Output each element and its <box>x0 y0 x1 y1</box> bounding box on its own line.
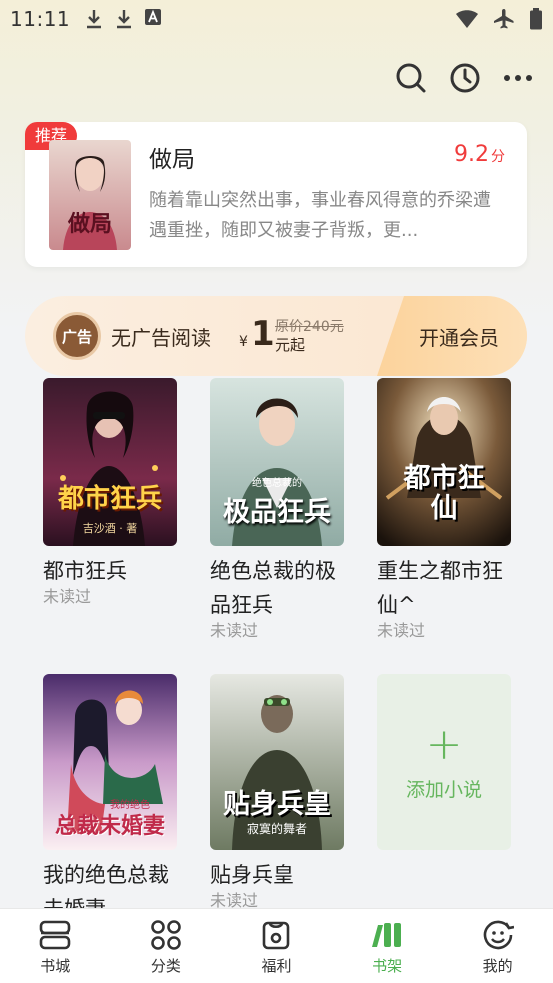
book-cover-text: 都市狂仙 <box>403 463 485 524</box>
nav-label: 书架 <box>372 957 403 975</box>
vip-banner[interactable]: 广告 无广告阅读 ¥ 1 原价240元 元起 开通会员 <box>25 296 527 376</box>
book-title: 我的绝色总裁未婚妻 <box>43 863 169 908</box>
book-cover[interactable]: 都市狂仙 <box>377 378 511 546</box>
download-icon <box>117 10 132 29</box>
more-icon[interactable] <box>503 74 533 82</box>
recommend-cover-text: 做局 <box>67 211 112 237</box>
book-item[interactable]: 我的绝色 总裁未婚妻 我的绝色总裁未婚妻 <box>43 674 177 908</box>
nav-category[interactable]: 分类 <box>111 909 222 983</box>
book-cover-subtext: 吉沙酒 · 著 <box>82 522 138 535</box>
book-cover-text: 极品狂兵 <box>223 497 331 528</box>
vip-label: 无广告阅读 <box>111 326 211 350</box>
nav-welfare[interactable]: 福利 <box>221 909 332 983</box>
top-actions <box>395 62 533 94</box>
bookshelf-grid: 都市狂兵 吉沙酒 · 著 都市狂兵 未读过 绝色总裁的 极品狂兵 绝色总裁的极品… <box>0 378 553 908</box>
book-item[interactable]: 都市狂兵 吉沙酒 · 著 都市狂兵 未读过 <box>43 378 177 606</box>
book-item[interactable]: 都市狂仙 重生之都市狂仙^ 未读过 <box>377 378 511 640</box>
book-title: 贴身兵皇 <box>210 863 294 887</box>
battery-icon <box>530 8 542 30</box>
book-cover[interactable]: 都市狂兵 吉沙酒 · 著 <box>43 378 177 546</box>
book-read-status: 未读过 <box>43 587 92 606</box>
add-novel-label: 添加小说 <box>405 778 482 801</box>
recommend-card[interactable]: 推荐 做局 做局 9.2 分 随着靠山突然出事，事业春风得意的乔梁遭遇重挫，随即又… <box>25 122 527 267</box>
nav-label: 书城 <box>40 957 71 975</box>
wifi-icon <box>456 10 478 28</box>
book-item[interactable]: 绝色总裁的 极品狂兵 绝色总裁的极品狂兵 未读过 <box>210 378 344 640</box>
recommend-title[interactable]: 做局 <box>149 140 195 174</box>
welfare-icon <box>263 921 290 950</box>
book-cover-subtext: 寂寞的舞者 <box>246 822 307 836</box>
book-title: 重生之都市狂仙^ <box>377 559 503 617</box>
nav-profile[interactable]: 我的 <box>442 909 553 983</box>
book-read-status: 未读过 <box>210 891 259 909</box>
bottom-nav: 书城 分类 福利 书架 我的 <box>0 908 553 983</box>
font-icon <box>145 9 162 25</box>
book-read-status: 未读过 <box>377 621 426 640</box>
nav-label: 分类 <box>150 957 181 975</box>
book-cover[interactable]: 我的绝色 总裁未婚妻 <box>43 674 177 850</box>
book-item[interactable]: 贴身兵皇 寂寞的舞者 贴身兵皇 未读过 <box>210 674 344 908</box>
book-cover[interactable]: 贴身兵皇 寂寞的舞者 <box>210 674 344 850</box>
search-icon[interactable] <box>395 62 427 94</box>
nav-bookshelf[interactable]: 书架 <box>332 909 443 983</box>
book-cover[interactable]: 绝色总裁的 极品狂兵 <box>210 378 344 546</box>
book-title: 绝色总裁的极品狂兵 <box>210 559 336 617</box>
book-title: 都市狂兵 <box>43 559 127 583</box>
add-novel-button[interactable]: + 添加小说 <box>377 674 511 850</box>
profile-icon <box>483 920 514 950</box>
recommend-score: 9.2 分 <box>454 142 505 167</box>
no-ad-icon: 广告 <box>53 312 101 360</box>
book-read-status: 未读过 <box>210 621 259 640</box>
plus-icon: + <box>425 718 463 770</box>
nav-bookstore[interactable]: 书城 <box>0 909 111 983</box>
bookstore-icon <box>39 920 71 950</box>
book-cover-text: 贴身兵皇 <box>223 789 331 820</box>
recommend-cover[interactable]: 做局 <box>49 140 131 250</box>
category-icon <box>151 920 181 950</box>
recommend-description: 随着靠山突然出事，事业春风得意的乔梁遭遇重挫，随即又被妻子背叛，更... <box>149 190 491 241</box>
nav-label: 福利 <box>261 957 292 975</box>
bookshelf-icon <box>372 923 402 947</box>
download-icon <box>87 10 102 29</box>
history-icon[interactable] <box>449 62 481 94</box>
status-time: 11:11 <box>10 7 71 31</box>
open-vip-button[interactable]: 开通会员 <box>419 322 499 351</box>
book-cover-subtext: 绝色总裁的 <box>252 478 302 489</box>
nav-label: 我的 <box>482 957 513 975</box>
book-cover-text: 总裁未婚妻 <box>54 813 165 839</box>
status-bar: 11:11 <box>0 0 553 38</box>
book-cover-text: 都市狂兵 <box>57 484 162 514</box>
airplane-icon <box>494 9 514 29</box>
